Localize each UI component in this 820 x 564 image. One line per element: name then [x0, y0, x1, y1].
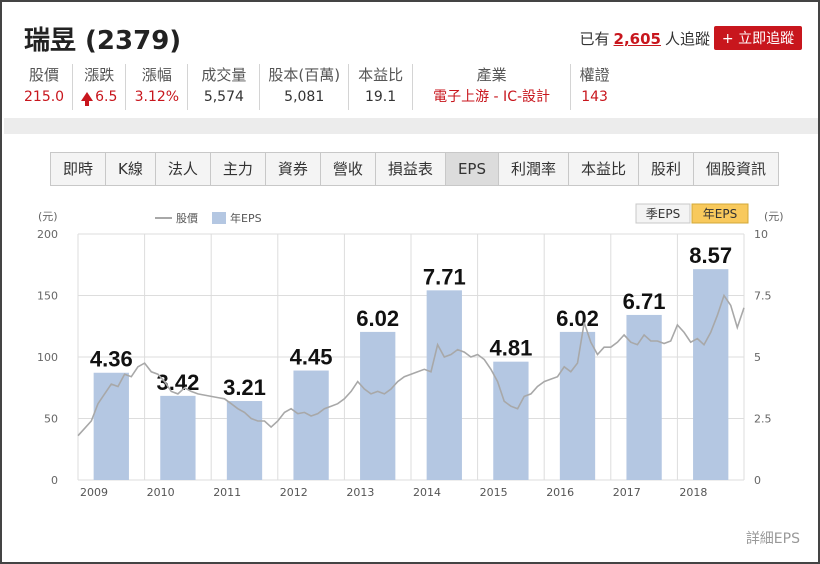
- toggle-quarter-label: 季EPS: [646, 207, 680, 221]
- left-tick-label: 50: [44, 413, 58, 426]
- legend-eps-label: 年EPS: [230, 211, 262, 225]
- eps-bar: [626, 314, 662, 480]
- right-tick-label: 0: [754, 474, 761, 487]
- eps-data-label: 3.21: [223, 375, 266, 400]
- x-tick-label: 2012: [280, 486, 308, 499]
- x-tick-label: 2015: [480, 486, 508, 499]
- toggle-year-label: 年EPS: [703, 207, 737, 221]
- eps-bar: [559, 331, 596, 480]
- right-tick-label: 7.5: [754, 290, 772, 303]
- eps-bar: [360, 331, 396, 480]
- right-tick-label: 2.5: [754, 413, 772, 426]
- left-tick-label: 200: [37, 228, 58, 241]
- right-tick-label: 10: [754, 228, 768, 241]
- detail-eps-link[interactable]: 詳細EPS: [746, 528, 800, 548]
- x-tick-label: 2013: [346, 486, 374, 499]
- left-axis-unit: (元): [38, 210, 58, 223]
- eps-bar: [493, 361, 529, 480]
- x-tick-label: 2014: [413, 486, 441, 499]
- eps-chart: 0 50 100 150 200 0 2.5 5 7.5 10 (元) (元) 股價 年EPS 季EPS 年E…: [37, 203, 784, 499]
- left-tick-label: 0: [51, 474, 58, 487]
- eps-bar: [293, 370, 329, 480]
- x-tick-label: 2018: [679, 486, 707, 499]
- legend-bar-swatch: [212, 212, 226, 224]
- left-tick-label: 100: [37, 351, 58, 364]
- legend-price-label: 股價: [176, 211, 198, 225]
- x-tick-label: 2016: [546, 486, 574, 499]
- eps-bar: [426, 290, 462, 480]
- left-tick-label: 150: [37, 290, 58, 303]
- eps-data-label: 6.02: [356, 306, 399, 331]
- eps-bar: [93, 372, 129, 480]
- eps-bar: [160, 395, 196, 480]
- right-tick-label: 5: [754, 351, 761, 364]
- x-tick-label: 2010: [147, 486, 175, 499]
- eps-data-label: 3.42: [156, 370, 199, 395]
- x-tick-label: 2017: [613, 486, 641, 499]
- eps-data-label: 6.71: [623, 289, 666, 314]
- right-axis-unit: (元): [764, 210, 784, 223]
- eps-data-label: 4.45: [290, 345, 333, 370]
- eps-data-label: 4.81: [489, 336, 532, 361]
- x-tick-label: 2009: [80, 486, 108, 499]
- eps-data-label: 8.57: [689, 243, 732, 268]
- eps-data-label: 6.02: [556, 306, 599, 331]
- app-frame: 瑞昱 (2379) 已有 2,605 人追蹤 + 立即追蹤 股價 215.0 漲跌 6.5…: [0, 0, 820, 564]
- x-tick-label: 2011: [213, 486, 241, 499]
- eps-data-label: 7.71: [423, 264, 466, 289]
- eps-data-label: 4.36: [90, 347, 133, 372]
